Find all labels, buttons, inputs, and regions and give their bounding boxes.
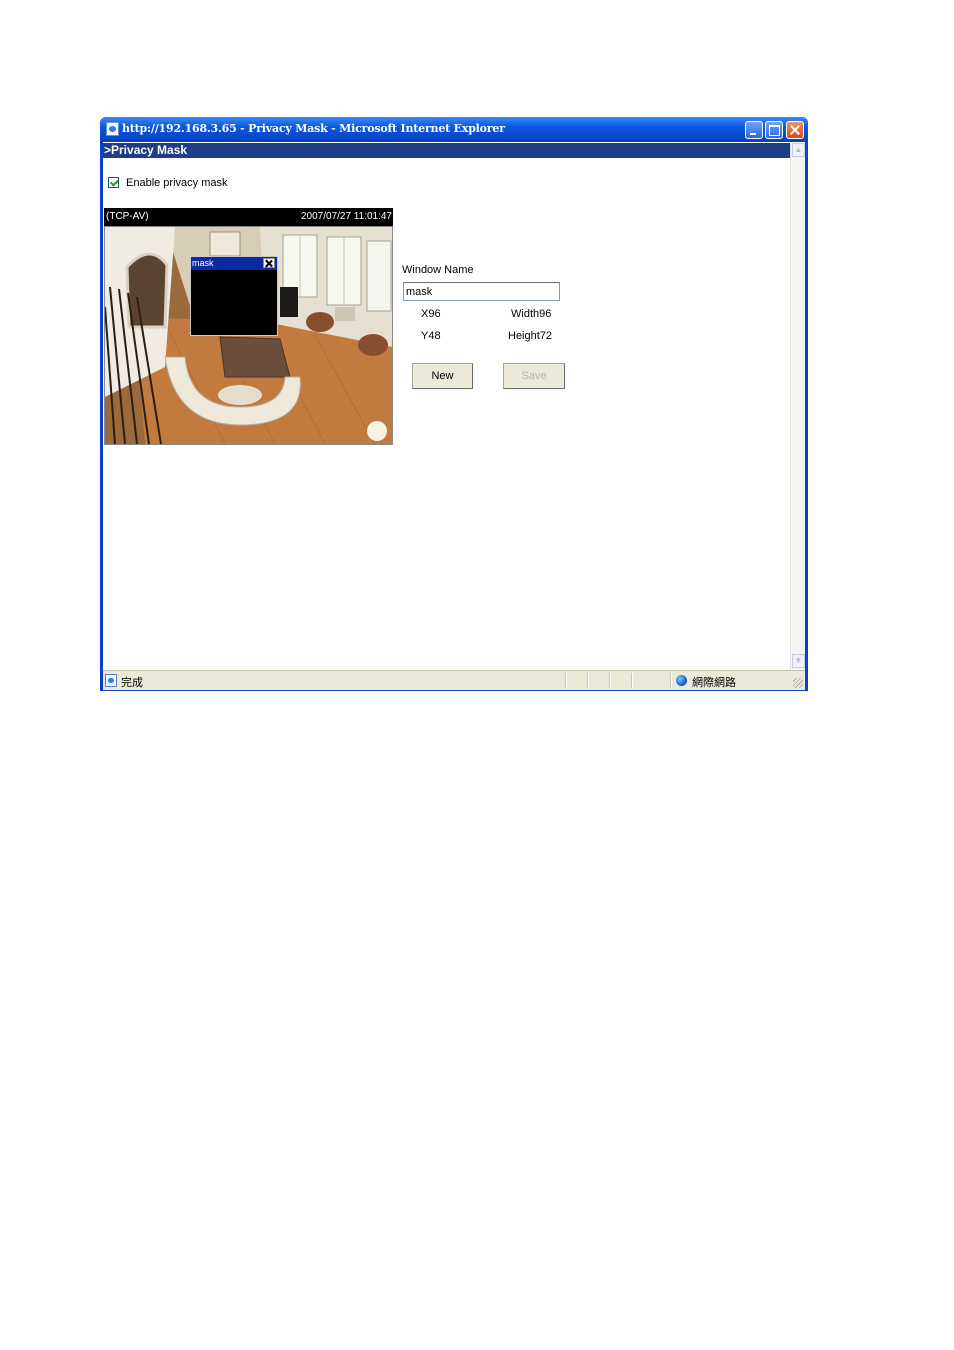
mask-window-titlebar[interactable]: mask [191,257,277,270]
close-icon[interactable] [263,258,275,268]
video-caption-bar: (TCP-AV) 2007/07/27 11:01:47 [104,208,393,226]
browser-window: http://192.168.3.65 - Privacy Mask - Mic… [100,117,808,691]
height-value-label: Height72 [508,330,553,342]
enable-privacy-mask-checkbox[interactable] [108,177,119,188]
status-text: 完成 [121,677,143,689]
maximize-icon[interactable] [765,121,783,139]
mask-window-name: mask [192,258,214,268]
status-divider [587,673,588,688]
resize-grip-icon[interactable] [793,678,803,688]
status-divider [670,673,671,688]
ie-page-icon [105,674,117,687]
minimize-icon[interactable] [745,121,763,139]
page-title: >Privacy Mask [103,143,790,158]
scroll-down-icon[interactable]: ▼ [792,654,805,668]
status-bar: 完成 網際網路 [103,670,805,690]
status-divider [565,673,566,688]
scroll-up-icon[interactable]: ▲ [792,143,805,157]
zone-text: 網際網路 [692,677,736,689]
privacy-mask-window[interactable]: mask [190,256,278,336]
status-divider [631,673,632,688]
video-protocol-tag: (TCP-AV) [106,211,149,222]
enable-privacy-mask-label: Enable privacy mask [126,177,228,189]
title-bar[interactable]: http://192.168.3.65 - Privacy Mask - Mic… [100,117,808,142]
y-value-label: Y48 [421,330,441,342]
camera-image: mask [104,226,393,445]
status-divider [609,673,610,688]
window-name-label: Window Name [402,264,474,276]
globe-icon [676,675,687,686]
close-icon[interactable] [786,121,804,139]
ie-page-icon [106,122,119,136]
video-view[interactable]: (TCP-AV) 2007/07/27 11:01:47 mask [104,208,393,445]
window-name-input[interactable] [403,282,560,301]
page-content: >Privacy Mask Enable privacy mask (TCP-A… [103,142,805,670]
video-timestamp: 2007/07/27 11:01:47 [300,211,392,222]
vertical-scrollbar[interactable]: ▲ ▼ [790,142,805,670]
x-value-label: X96 [421,308,441,320]
width-value-label: Width96 [511,308,552,320]
new-button[interactable]: New [412,363,473,389]
save-button[interactable]: Save [503,363,565,389]
window-title: http://192.168.3.65 - Privacy Mask - Mic… [122,122,505,135]
